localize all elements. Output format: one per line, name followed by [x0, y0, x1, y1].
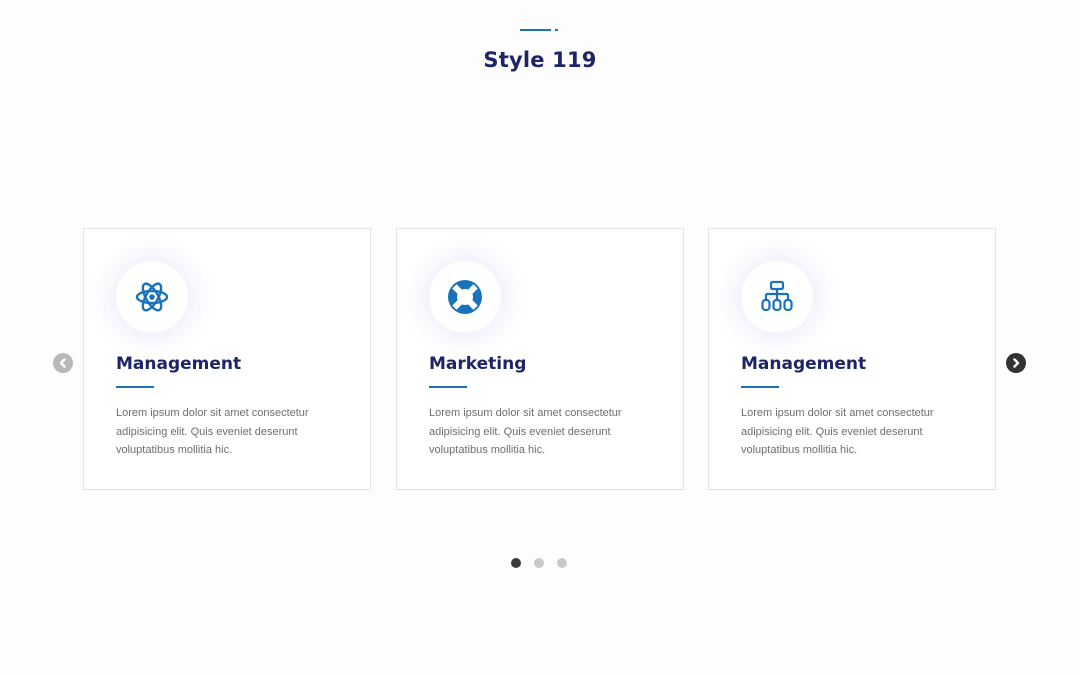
card-title: Marketing — [429, 354, 527, 374]
carousel-dot-2[interactable] — [534, 558, 544, 568]
service-card-3: Management Lorem ipsum dolor sit amet co… — [708, 228, 996, 490]
card-title-divider — [741, 386, 779, 388]
card-icon-circle — [741, 261, 813, 333]
underline-dot — [555, 29, 558, 31]
card-description: Lorem ipsum dolor sit amet consectetur a… — [741, 407, 934, 456]
atom-icon — [135, 282, 169, 312]
carousel-next-button[interactable] — [1006, 353, 1026, 373]
card-description: Lorem ipsum dolor sit amet consectetur a… — [116, 407, 309, 456]
section-heading: Style 119 — [0, 48, 1080, 72]
carousel-dot-1[interactable] — [511, 558, 521, 568]
section-title-underline — [520, 29, 560, 32]
lifebuoy-icon — [448, 280, 482, 314]
service-card-2: Marketing Lorem ipsum dolor sit amet con… — [396, 228, 684, 490]
card-icon-circle — [116, 261, 188, 333]
card-icon-circle — [429, 261, 501, 333]
chevron-right-icon — [1013, 358, 1020, 368]
service-card-1: Management Lorem ipsum dolor sit amet co… — [83, 228, 371, 490]
card-description: Lorem ipsum dolor sit amet consectetur a… — [429, 407, 622, 456]
card-title: Management — [741, 354, 867, 374]
sitemap-icon — [761, 280, 793, 312]
card-title-divider — [116, 386, 154, 388]
section-title: Style 119 — [483, 48, 597, 72]
underline-bar — [520, 29, 551, 31]
chevron-left-icon — [59, 358, 66, 368]
carousel-pagination — [511, 558, 567, 568]
card-title: Management — [116, 354, 242, 374]
card-title-divider — [429, 386, 467, 388]
carousel-prev-button[interactable] — [53, 353, 73, 373]
carousel-dot-3[interactable] — [557, 558, 567, 568]
page: Style 119 Management Lorem ipsum dolor s… — [0, 0, 1080, 675]
